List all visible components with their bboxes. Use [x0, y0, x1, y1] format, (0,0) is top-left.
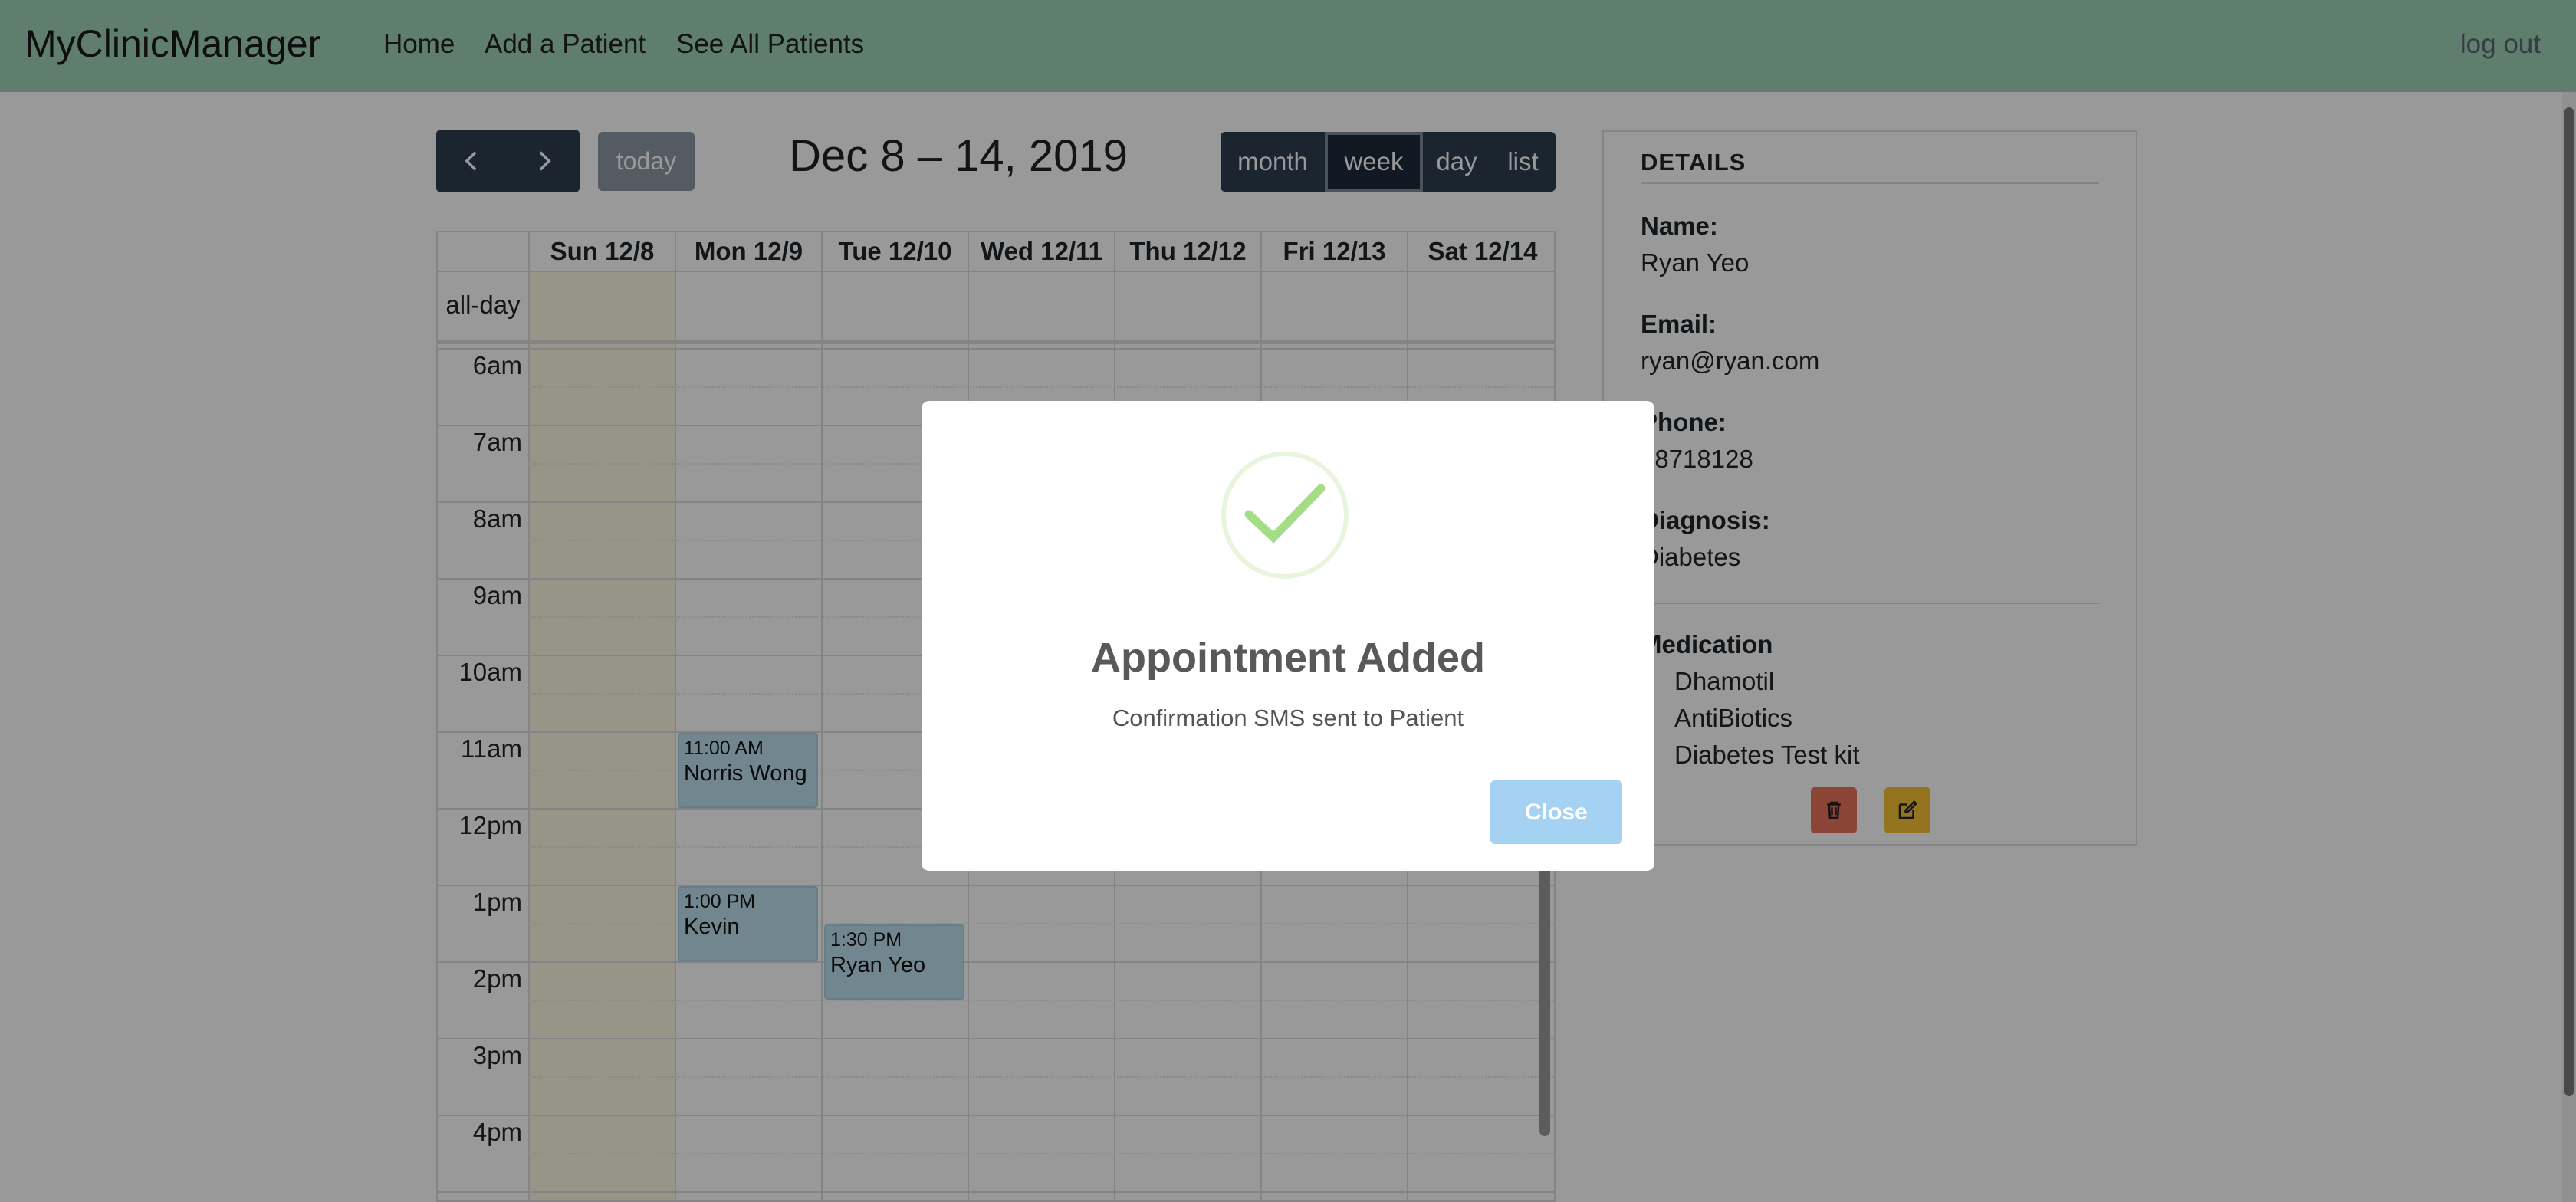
success-modal: Appointment Added Confirmation SMS sent … — [922, 401, 1654, 871]
modal-title: Appointment Added — [1091, 635, 1485, 681]
close-button[interactable]: Close — [1490, 780, 1622, 844]
success-check-icon — [1221, 452, 1349, 579]
modal-message: Confirmation SMS sent to Patient — [1112, 704, 1464, 731]
